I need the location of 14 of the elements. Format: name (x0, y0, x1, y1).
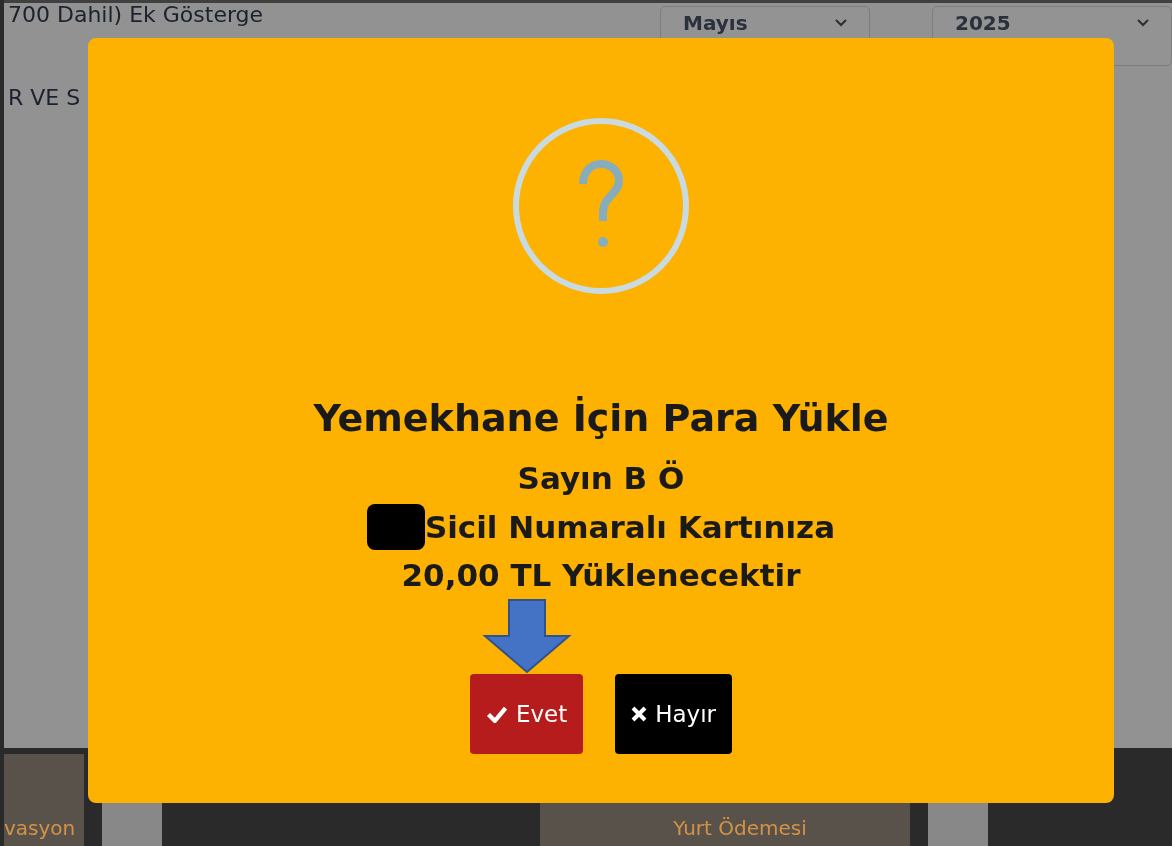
confirm-button[interactable]: Evet (469, 674, 584, 754)
section-label: R VE S (8, 85, 82, 110)
menu-tile[interactable]: vasyon (4, 754, 84, 846)
question-icon (511, 116, 691, 296)
check-icon (485, 705, 508, 723)
close-icon (631, 706, 648, 722)
dialog-text: Sayın B Ö (517, 459, 685, 498)
dialog-text: Sicil Numaralı Kartınıza (424, 507, 836, 547)
dialog-title: Yemekhane İçin Para Yükle (313, 396, 889, 440)
cancel-button[interactable]: Hayır (615, 674, 733, 754)
page-heading: 700 Dahil) Ek Gösterge (8, 3, 264, 27)
chevron-down-icon (1137, 19, 1149, 27)
chevron-down-icon (835, 19, 847, 27)
dialog-text: 20,00 TL Yüklenecektir (401, 556, 801, 595)
